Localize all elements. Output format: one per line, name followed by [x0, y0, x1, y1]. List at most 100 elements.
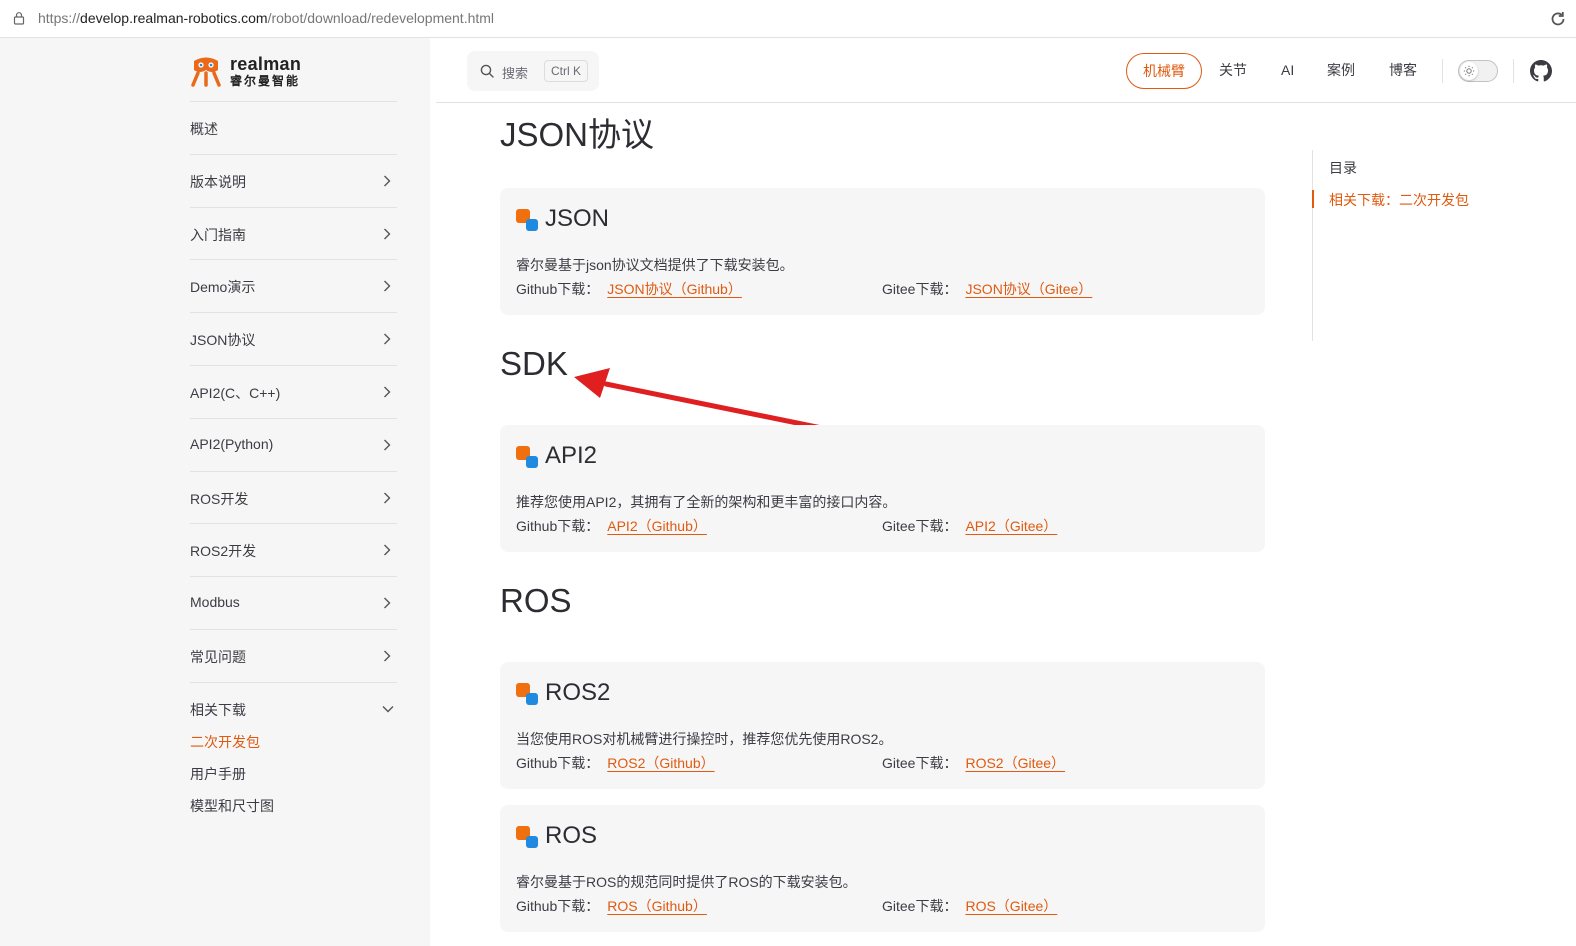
sidebar-item-label: JSON协议: [190, 332, 256, 349]
card-title: JSON: [545, 205, 610, 232]
gitee-download-row: Gitee下载： API2（Gitee）: [882, 518, 1058, 534]
sidebar-item-overview[interactable]: 概述: [190, 102, 397, 155]
nav-joint[interactable]: 关节: [1219, 53, 1247, 89]
gitee-download-row: Gitee下载： ROS2（Gitee）: [882, 755, 1066, 771]
sidebar-item-api2-python[interactable]: API2(Python): [190, 419, 397, 472]
theme-toggle-knob: [1460, 62, 1478, 80]
github-link[interactable]: JSON协议（Github）: [607, 281, 742, 297]
logo[interactable]: realman 睿尔曼智能: [190, 53, 310, 89]
github-link[interactable]: ROS2（Github）: [607, 755, 714, 771]
chevron-right-icon: [384, 492, 391, 504]
top-navigation-bar: 搜索 Ctrl K 机械臂 关节 AI 案例 博客: [436, 38, 1576, 103]
card-icon: [516, 683, 538, 705]
brand-name-cn: 睿尔曼智能: [230, 74, 301, 88]
sidebar-item-ros2[interactable]: ROS2开发: [190, 524, 397, 578]
nav-cases[interactable]: 案例: [1327, 53, 1355, 89]
chevron-right-icon: [384, 228, 391, 240]
github-download-row: Github下载： API2（Github）: [516, 518, 707, 534]
chevron-right-icon: [384, 650, 391, 662]
gitee-link[interactable]: ROS（Gitee）: [965, 898, 1057, 914]
chevron-down-icon[interactable]: [382, 705, 394, 713]
search-icon: [480, 64, 494, 78]
gitee-link[interactable]: ROS2（Gitee）: [965, 755, 1065, 771]
download-card-api2: API2 推荐您使用API2，其拥有了全新的架构和更丰富的接口内容。 Githu…: [500, 425, 1265, 552]
card-description: 睿尔曼基于json协议文档提供了下载安装包。: [516, 257, 794, 273]
github-icon[interactable]: [1530, 60, 1552, 82]
download-card-json: JSON 睿尔曼基于json协议文档提供了下载安装包。 Github下载： JSO…: [500, 188, 1265, 315]
lock-icon: [13, 12, 25, 25]
gitee-link[interactable]: JSON协议（Gitee）: [965, 281, 1092, 297]
github-download-row: Github下载： ROS（Github）: [516, 898, 707, 914]
chevron-right-icon: [384, 386, 391, 398]
heading-ros: ROS: [500, 582, 572, 619]
sidebar: realman 睿尔曼智能 概述 版本说明 入门指南 Demo演示 JSON协议…: [0, 38, 430, 946]
sidebar-item-ros[interactable]: ROS开发: [190, 472, 397, 525]
card-icon: [516, 826, 538, 848]
chevron-right-icon: [384, 333, 391, 345]
browser-address-bar[interactable]: https://develop.realman-robotics.com/rob…: [0, 0, 1576, 38]
chevron-right-icon: [384, 439, 391, 451]
chevron-right-icon: [384, 175, 391, 187]
card-description: 睿尔曼基于ROS的规范同时提供了ROS的下载安装包。: [516, 874, 857, 890]
gitee-download-row: Gitee下载： JSON协议（Gitee）: [882, 281, 1093, 297]
sidebar-item-label: ROS开发: [190, 490, 249, 507]
sidebar-item-label: ROS2开发: [190, 543, 257, 560]
card-description: 推荐您使用API2，其拥有了全新的架构和更丰富的接口内容。: [516, 494, 897, 510]
search-button[interactable]: 搜索 Ctrl K: [467, 51, 599, 91]
sidebar-item-label: Modbus: [190, 594, 240, 611]
card-title: ROS2: [545, 679, 611, 706]
sidebar-item-modbus[interactable]: Modbus: [190, 577, 397, 630]
nav-blog[interactable]: 博客: [1389, 53, 1417, 89]
realman-logo-icon: [191, 57, 221, 87]
theme-toggle[interactable]: [1458, 60, 1498, 82]
sidebar-group-label[interactable]: 相关下载: [190, 700, 246, 720]
github-link[interactable]: API2（Github）: [607, 518, 707, 534]
sidebar-item-label: API2(Python): [190, 435, 274, 452]
github-link[interactable]: ROS（Github）: [607, 898, 707, 914]
gitee-download-row: Gitee下载： ROS（Gitee）: [882, 898, 1058, 914]
sidebar-item-label: 概述: [190, 121, 218, 137]
sidebar-group-downloads: 相关下载 二次开发包 用户手册 模型和尺寸图: [190, 683, 397, 823]
sidebar-item-getting-started[interactable]: 入门指南: [190, 208, 397, 261]
sun-icon: [1463, 65, 1475, 77]
sidebar-item-label: API2(C、C++): [190, 384, 281, 401]
chevron-right-icon: [384, 597, 391, 609]
search-shortcut: Ctrl K: [544, 60, 588, 82]
sidebar-item-api2-c[interactable]: API2(C、C++): [190, 366, 397, 419]
gitee-link[interactable]: API2（Gitee）: [965, 518, 1057, 534]
nav-ai[interactable]: AI: [1281, 53, 1294, 89]
search-placeholder: 搜索: [502, 66, 529, 81]
card-icon: [516, 446, 538, 468]
sidebar-nav: 概述 版本说明 入门指南 Demo演示 JSON协议 API2(C、C++) A…: [190, 101, 397, 823]
sidebar-subitem-user-manual[interactable]: 用户手册: [190, 764, 246, 784]
outline-active-marker: [1312, 190, 1314, 208]
download-card-ros2: ROS2 当您使用ROS对机械臂进行操控时，推荐您优先使用ROS2。 Githu…: [500, 662, 1265, 789]
sidebar-item-label: 版本说明: [190, 173, 246, 190]
card-description: 当您使用ROS对机械臂进行操控时，推荐您优先使用ROS2。: [516, 731, 893, 747]
heading-json: JSON协议: [500, 116, 655, 153]
sidebar-item-faq[interactable]: 常见问题: [190, 630, 397, 683]
download-card-ros: ROS 睿尔曼基于ROS的规范同时提供了ROS的下载安装包。 Github下载：…: [500, 805, 1265, 932]
nav-robot-arm[interactable]: 机械臂: [1126, 53, 1202, 89]
sidebar-subitem-dev-package[interactable]: 二次开发包: [190, 732, 260, 752]
chevron-right-icon: [384, 280, 391, 292]
outline-item[interactable]: 相关下载：二次开发包: [1329, 190, 1469, 210]
sidebar-item-label: Demo演示: [190, 279, 256, 296]
url-text[interactable]: https://develop.realman-robotics.com/rob…: [38, 10, 494, 26]
sidebar-item-label: 入门指南: [190, 226, 246, 243]
nav-divider: [1442, 59, 1443, 83]
nav-divider: [1513, 59, 1514, 83]
heading-sdk: SDK: [500, 345, 568, 382]
card-title: ROS: [545, 822, 598, 849]
sidebar-item-demo[interactable]: Demo演示: [190, 260, 397, 314]
sidebar-item-json[interactable]: JSON协议: [190, 313, 397, 366]
sidebar-item-release-notes[interactable]: 版本说明: [190, 155, 397, 208]
sidebar-subitem-models[interactable]: 模型和尺寸图: [190, 796, 274, 816]
card-title: API2: [545, 442, 598, 469]
card-icon: [516, 209, 538, 231]
chevron-right-icon: [384, 544, 391, 556]
sidebar-item-label: 常见问题: [190, 648, 246, 665]
github-download-row: Github下载： ROS2（Github）: [516, 755, 715, 771]
page-outline: 目录 相关下载：二次开发包: [1312, 150, 1512, 341]
refresh-icon[interactable]: [1548, 9, 1568, 29]
